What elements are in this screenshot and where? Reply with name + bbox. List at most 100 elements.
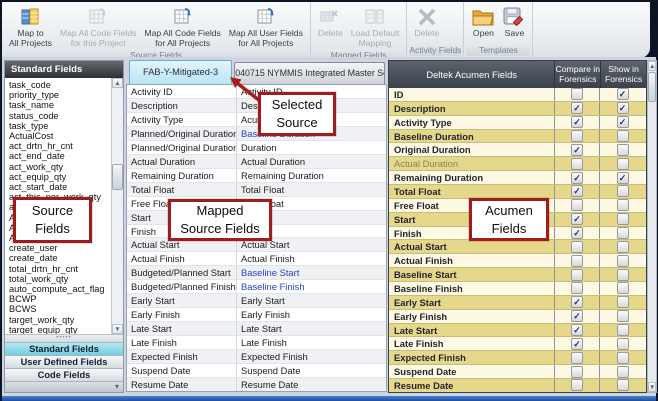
mapped-field-source-1[interactable]: Activity ID [127,85,237,98]
show-checkbox[interactable] [617,158,629,170]
show-checkbox[interactable] [617,338,629,350]
mapped-field-source-2[interactable]: Actual Duration [237,156,386,167]
mapped-field-source-2[interactable]: Resume Date [237,379,386,390]
mapped-field-source-1[interactable]: Late Start [127,322,237,335]
save-template-button[interactable]: Save [500,3,528,44]
mapped-field-source-1[interactable]: Early Finish [127,308,237,321]
sidebar-scroll-down-arrow[interactable]: ▼ [112,324,123,334]
show-checkbox[interactable]: ✓ [617,88,629,100]
show-checkbox[interactable]: ✓ [617,102,629,114]
source-field-list-item[interactable]: BCWS [9,304,123,314]
main-scrollbar[interactable]: ▲ ▼ [647,60,657,393]
sidebar-item-code-fields[interactable]: Code Fields [5,368,123,381]
compare-checkbox[interactable] [571,269,583,281]
chevron-down-icon[interactable]: ▾ [115,382,119,391]
show-checkbox[interactable] [617,379,629,391]
compare-checkbox[interactable]: ✓ [571,338,583,350]
source-field-list-item[interactable]: act_start_date [9,182,123,192]
mapped-field-source-1[interactable]: Planned/Original Duration [127,141,237,154]
source-field-list-item[interactable]: total_work_qty [9,274,123,284]
show-checkbox[interactable] [617,144,629,156]
mapped-field-source-2[interactable]: Late Finish [237,337,386,348]
sidebar-scroll-thumb[interactable] [112,164,123,190]
mapped-field-source-1[interactable]: Budgeted/Planned Finish [127,280,237,293]
map-to-all-projects-button[interactable]: Map to All Projects [6,3,55,49]
mapped-field-source-1[interactable]: Budgeted/Planned Start [127,266,237,279]
compare-checkbox[interactable] [571,130,583,142]
mapped-field-source-2[interactable]: Baseline Start [237,267,386,278]
mapped-field-source-1[interactable]: Total Float [127,183,237,196]
sidebar-scrollbar[interactable]: ▲ ▼ [111,78,123,334]
compare-checkbox[interactable]: ✓ [571,310,583,322]
mapped-field-source-1[interactable]: Activity Type [127,113,237,126]
show-checkbox[interactable]: ✓ [617,172,629,184]
show-checkbox[interactable] [617,310,629,322]
map-all-user-fields-all-projects-button[interactable]: Map All User Fields for All Projects [226,3,306,49]
mapped-field-source-2[interactable]: Remaining Duration [237,170,386,181]
map-all-code-fields-all-projects-button[interactable]: Map All Code Fields for All Projects [141,3,223,49]
compare-checkbox[interactable] [571,366,583,378]
source-field-list-item[interactable]: act_drtn_hr_cnt [9,141,123,151]
show-checkbox[interactable] [617,296,629,308]
mapped-field-source-2[interactable]: Late Start [237,323,386,334]
mapped-field-source-2[interactable]: Actual Finish [237,253,386,264]
show-checkbox[interactable] [617,282,629,294]
show-checkbox[interactable] [617,241,629,253]
show-checkbox[interactable] [617,324,629,336]
source-field-list-item[interactable]: auto_compute_act_flag [9,284,123,294]
mapped-field-source-2[interactable]: Duration [237,142,386,153]
sidebar-splitter-handle[interactable]: ••••• [5,334,123,342]
source-field-list-item[interactable]: task_name [9,100,123,110]
mapped-field-source-1[interactable]: Expected Finish [127,350,237,363]
compare-checkbox[interactable]: ✓ [571,185,583,197]
compare-checkbox[interactable]: ✓ [571,116,583,128]
show-checkbox[interactable] [617,255,629,267]
mapped-field-source-2[interactable]: Suspend Date [237,365,386,376]
sidebar-item-user-defined-fields[interactable]: User Defined Fields [5,355,123,368]
show-checkbox[interactable] [617,227,629,239]
show-checkbox[interactable] [617,185,629,197]
compare-checkbox[interactable] [571,199,583,211]
compare-checkbox[interactable] [571,241,583,253]
compare-checkbox[interactable] [571,88,583,100]
source-field-list-item[interactable]: act_equip_qty [9,172,123,182]
sidebar-item-standard-fields[interactable]: Standard Fields [5,342,123,355]
compare-checkbox[interactable]: ✓ [571,144,583,156]
compare-checkbox[interactable]: ✓ [571,324,583,336]
source-field-list-item[interactable]: create_user [9,243,123,253]
mapped-field-source-1[interactable]: Late Finish [127,336,237,349]
mapped-field-source-2[interactable]: Expected Finish [237,351,386,362]
main-scroll-thumb[interactable] [648,72,656,102]
show-checkbox[interactable] [617,366,629,378]
compare-checkbox[interactable]: ✓ [571,172,583,184]
mapped-field-source-1[interactable]: Description [127,99,237,112]
mapped-field-source-1[interactable]: Planned/Original Duration [127,127,237,140]
source-field-list-item[interactable]: priority_type [9,90,123,100]
compare-checkbox[interactable]: ✓ [571,213,583,225]
source-field-list-item[interactable]: create_date [9,253,123,263]
show-checkbox[interactable] [617,213,629,225]
compare-checkbox[interactable] [571,282,583,294]
mapped-field-source-1[interactable]: Early Start [127,294,237,307]
mapped-field-source-1[interactable]: Actual Duration [127,155,237,168]
source-field-list-item[interactable]: target_work_qty [9,315,123,325]
compare-checkbox[interactable]: ✓ [571,227,583,239]
compare-checkbox[interactable] [571,352,583,364]
source-field-list-item[interactable]: act_work_qty [9,162,123,172]
compare-checkbox[interactable] [571,255,583,267]
mapped-field-source-2[interactable]: Baseline Finish [237,281,386,292]
mapped-field-source-2[interactable]: Early Finish [237,309,386,320]
source-field-list-item[interactable]: ActualCost [9,131,123,141]
open-template-button[interactable]: Open [468,3,498,44]
mapped-field-source-1[interactable]: Remaining Duration [127,169,237,182]
compare-checkbox[interactable]: ✓ [571,102,583,114]
source-field-list-item[interactable]: total_drtn_hr_cnt [9,264,123,274]
compare-checkbox[interactable]: ✓ [571,296,583,308]
mapped-field-source-1[interactable]: Resume Date [127,378,237,391]
show-checkbox[interactable] [617,352,629,364]
mapped-field-source-2[interactable]: Actual Start [237,239,386,250]
tab-source-nymmis-schedule[interactable]: 040715 NYMMIS Integrated Master Schedule [234,62,385,84]
mapped-field-source-1[interactable]: Actual Finish [127,252,237,265]
tab-source-fab-y-mitigated-3[interactable]: FAB-Y-Mitigated-3 [129,60,232,84]
sidebar-scroll-up-arrow[interactable]: ▲ [112,78,123,88]
